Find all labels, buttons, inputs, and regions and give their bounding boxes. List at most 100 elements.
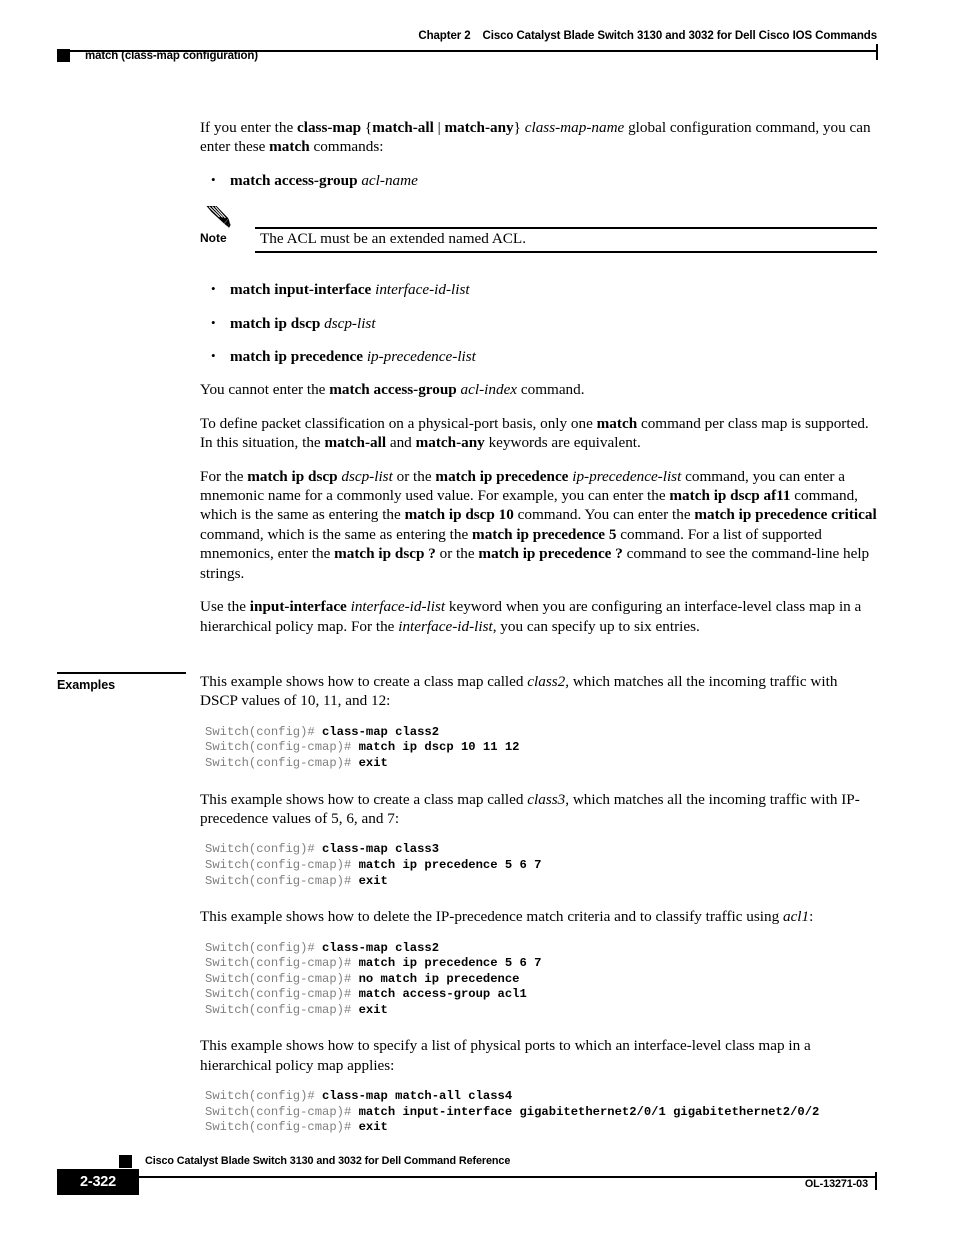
text-run: Use the: [200, 598, 250, 616]
bullet-list-match-commands: match input-interface interface-id-list …: [200, 279, 877, 366]
text-run: If you enter the: [200, 119, 297, 136]
text-run-bold: match ip dscp: [247, 467, 338, 485]
text-run-italic: class2: [527, 672, 566, 690]
text-run-italic: interface-id-list: [398, 617, 493, 635]
cli-command: match access-group acl1: [358, 987, 527, 1002]
cli-command: match ip precedence 5 6 7: [358, 956, 542, 971]
pencil-icon: [204, 204, 232, 230]
running-head: match (class-map configuration): [57, 49, 258, 62]
examples-rule: [57, 671, 186, 675]
command-argument: acl-name: [361, 171, 418, 189]
cli-command: exit: [358, 1002, 388, 1017]
command-keyword: match ip precedence: [230, 348, 364, 366]
examples-label-block: Examples: [57, 671, 187, 693]
code-block: Switch(config)# class-map class2 Switch(…: [200, 941, 877, 1019]
note-block: Note The ACL must be an extended named A…: [200, 204, 877, 262]
text-run: This example shows how to create a class…: [200, 672, 528, 690]
body-column: If you enter the class-map {match-all | …: [57, 118, 877, 1154]
list-item: match ip dscp dscp-list: [200, 313, 877, 333]
footer-book-title: Cisco Catalyst Blade Switch 3130 and 303…: [145, 1155, 511, 1167]
text-run: You cannot enter the: [200, 381, 330, 399]
paragraph-intro: If you enter the class-map {match-all | …: [200, 118, 877, 157]
cli-prompt: Switch(config-cmap)#: [205, 873, 359, 888]
text-run-bold: input-interface: [249, 598, 347, 616]
cli-command: no match ip precedence: [358, 971, 520, 986]
text-run: :: [809, 908, 814, 926]
footer-marker-square: [119, 1155, 132, 1168]
text-run-bold: match-any: [444, 119, 514, 136]
text-run-italic: class3: [527, 790, 566, 808]
command-keyword: match input-interface: [230, 281, 372, 299]
cli-prompt: Switch(config)#: [205, 842, 323, 857]
text-run: command.: [517, 381, 585, 399]
code-block: Switch(config)# class-map class2 Switch(…: [200, 725, 877, 772]
cli-prompt: Switch(config)#: [205, 1089, 323, 1104]
cli-command: class-map class2: [322, 724, 440, 739]
paragraph-mnemonic: For the match ip dscp dscp-list or the m…: [200, 467, 877, 583]
text-run-bold: match: [269, 138, 310, 156]
example-intro: This example shows how to delete the IP-…: [200, 907, 877, 926]
text-run-bold: class-map: [297, 119, 362, 136]
command-argument: ip-precedence-list: [366, 348, 476, 366]
text-run: For the: [200, 467, 248, 485]
example-intro: This example shows how to create a class…: [200, 790, 877, 829]
text-run: keywords are equivalent.: [484, 434, 641, 452]
cli-command: class-map class3: [322, 842, 440, 857]
text-run-bold: match access-group: [329, 381, 457, 399]
cli-prompt: Switch(config)#: [205, 940, 323, 955]
text-run: This example shows how to delete the IP-…: [200, 908, 783, 926]
command-keyword: match access-group: [230, 171, 358, 189]
paragraph-physical-port: To define packet classification on a phy…: [200, 414, 877, 453]
command-keyword: match ip dscp: [230, 314, 321, 332]
text-run-bold: match-all: [372, 119, 434, 136]
example-intro: This example shows how to create a class…: [200, 672, 877, 711]
text-run: or the: [435, 545, 479, 563]
text-run: This example shows how to specify a list…: [200, 1037, 811, 1074]
running-head-marker-square: [57, 49, 70, 62]
cli-command: exit: [358, 1120, 388, 1135]
text-run-bold: match-any: [415, 434, 485, 452]
page-header: Chapter 2 Cisco Catalyst Blade Switch 313…: [57, 30, 879, 60]
text-run: command, which is the same as entering t…: [200, 525, 473, 543]
cli-command: class-map class2: [322, 940, 440, 955]
text-run-italic: dscp-list: [341, 467, 393, 485]
text-run: }: [513, 119, 525, 136]
text-run-italic: acl1: [782, 908, 810, 926]
cli-command: exit: [358, 755, 388, 770]
examples-heading: Examples: [57, 678, 116, 693]
header-title-line: Chapter 2 Cisco Catalyst Blade Switch 313…: [57, 30, 877, 45]
text-run-bold: match ip dscp 10: [404, 506, 514, 524]
text-run-bold: match: [596, 414, 638, 432]
text-run-bold: match ip dscp af11: [669, 487, 791, 505]
running-head-label: match (class-map configuration): [85, 49, 258, 62]
text-run-bold: match ip precedence critical: [694, 506, 877, 524]
cli-prompt: Switch(config-cmap)#: [205, 740, 359, 755]
note-text: The ACL must be an extended named ACL.: [260, 230, 527, 248]
text-run-bold: match ip dscp ?: [334, 545, 436, 563]
text-run-italic: interface-id-list: [350, 598, 446, 616]
header-book-title: Cisco Catalyst Blade Switch 3130 and 303…: [482, 30, 878, 42]
cli-command: class-map match-all class4: [322, 1089, 513, 1104]
list-item: match access-group acl-name: [200, 170, 877, 190]
text-run: This example shows how to create a class…: [200, 790, 528, 808]
text-run-bold: match ip precedence 5: [472, 525, 617, 543]
cli-command: exit: [358, 873, 388, 888]
text-run-italic: class-map-name: [524, 119, 625, 136]
text-run: commands:: [309, 138, 384, 156]
cli-command: match ip precedence 5 6 7: [358, 857, 542, 872]
examples-section: Examples This example shows how to creat…: [57, 671, 877, 1136]
footer-end-tick: [875, 1172, 878, 1190]
cli-prompt: Switch(config-cmap)#: [205, 971, 359, 986]
cli-command: match ip dscp 10 11 12: [358, 740, 520, 755]
command-argument: interface-id-list: [375, 281, 470, 299]
paragraph-cannot-enter: You cannot enter the match access-group …: [200, 380, 877, 399]
cli-prompt: Switch(config-cmap)#: [205, 956, 359, 971]
bullet-list-first: match access-group acl-name: [200, 170, 877, 190]
paragraph-input-interface: Use the input-interface interface-id-lis…: [200, 597, 877, 636]
text-run-italic: ip-precedence-list: [572, 467, 682, 485]
cli-command: match input-interface gigabitethernet2/0…: [358, 1104, 820, 1119]
code-block: Switch(config)# class-map class3 Switch(…: [200, 842, 877, 889]
document-id: OL-13271-03: [804, 1178, 868, 1190]
text-run: {: [361, 119, 373, 136]
header-end-tick: [876, 44, 879, 60]
